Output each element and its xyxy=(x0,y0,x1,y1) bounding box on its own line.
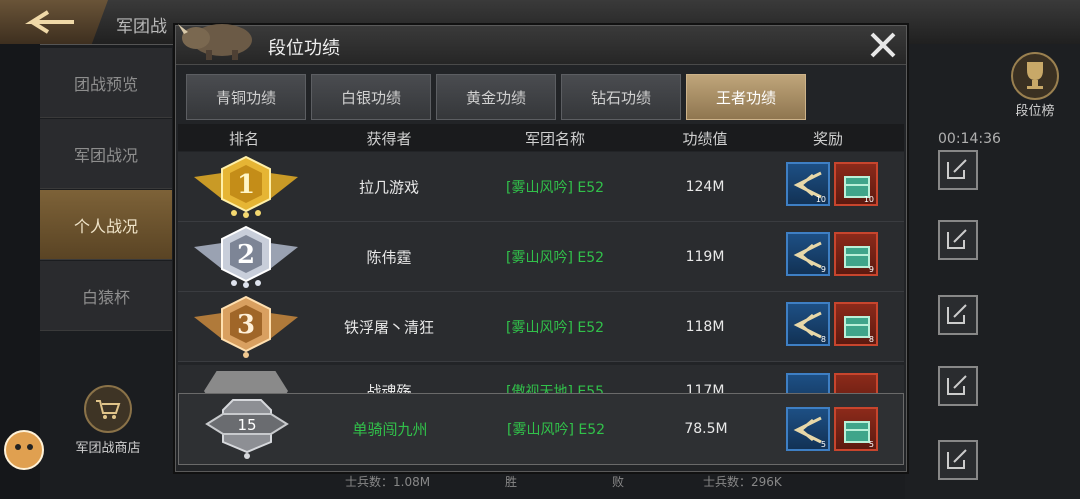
nav-item-white-ape-cup[interactable]: 白猿杯 xyxy=(40,261,172,331)
rank-board-label: 段位榜 xyxy=(1015,104,1055,119)
chest-reward-icon[interactable]: 10 xyxy=(834,162,878,206)
my-rank-medal-icon: 15 xyxy=(205,399,289,459)
nav-item-preview[interactable]: 团战预览 xyxy=(40,48,172,118)
guild-name: [雾山风吟] E52 xyxy=(505,319,605,336)
bg-soldier-count-right: 士兵数：296K xyxy=(703,475,782,489)
table-row[interactable]: 1 拉几游戏 [雾山风吟] E52 124M 10 10 xyxy=(178,152,904,222)
winner-name: 铁浮屠丶清狂 xyxy=(343,318,435,336)
tab-diamond[interactable]: 钻石功绩 xyxy=(561,74,681,120)
speedup-reward-icon[interactable]: 8 xyxy=(786,302,830,346)
trophy-icon xyxy=(1011,52,1059,100)
winner-name: 战魂殇 xyxy=(366,382,412,394)
tab-gold[interactable]: 黄金功绩 xyxy=(436,74,556,120)
left-nav: 团战预览 军团战况 个人战况 白猿杯 xyxy=(40,48,172,332)
chest-reward-icon[interactable] xyxy=(834,373,878,393)
plain-medal-icon xyxy=(204,371,288,393)
silver-medal-icon: 2 xyxy=(194,225,298,288)
guild-name: [傲视天地] E55 xyxy=(505,384,605,393)
table-header: 排名 获得者 军团名称 功绩值 奖励 xyxy=(178,124,904,151)
bronze-medal-icon: 3 xyxy=(194,295,298,358)
rank-board-button[interactable]: 段位榜 xyxy=(1003,52,1067,119)
countdown-timer: 00:14:36 xyxy=(938,131,1001,147)
guild-name: [雾山风吟] E52 xyxy=(505,249,605,266)
edit-icon[interactable] xyxy=(938,366,978,406)
svg-text:2: 2 xyxy=(237,240,255,270)
page-title: 军团战 xyxy=(116,17,167,37)
svg-text:3: 3 xyxy=(237,310,255,340)
rhino-emblem-icon xyxy=(178,24,252,60)
col-score: 功绩值 xyxy=(682,130,728,148)
speedup-reward-icon[interactable] xyxy=(786,373,830,393)
edit-icon[interactable] xyxy=(938,295,978,335)
table-row[interactable]: 3 铁浮屠丶清狂 [雾山风吟] E52 118M 8 8 xyxy=(178,292,904,362)
score-value: 119M xyxy=(685,248,725,265)
winner-name: 拉几游戏 xyxy=(358,178,420,196)
table-row[interactable]: 2 陈伟霆 [雾山风吟] E52 119M 9 9 xyxy=(178,222,904,292)
bg-soldier-count-left: 士兵数：1.08M xyxy=(345,475,431,489)
nav-item-personal-status[interactable]: 个人战况 xyxy=(40,190,172,260)
speedup-reward-icon[interactable]: 10 xyxy=(786,162,830,206)
score-value: 117M xyxy=(685,383,725,393)
tab-bronze[interactable]: 青铜功绩 xyxy=(186,74,306,120)
assistant-avatar-icon[interactable] xyxy=(4,430,44,470)
close-icon[interactable] xyxy=(866,28,900,62)
shop-label: 军团战商店 xyxy=(75,441,141,456)
modal-title: 段位功绩 xyxy=(268,38,340,59)
col-guild: 军团名称 xyxy=(524,130,586,148)
gold-medal-icon: 1 xyxy=(194,155,298,218)
svg-text:15: 15 xyxy=(237,416,256,434)
speedup-reward-icon[interactable]: 9 xyxy=(786,232,830,276)
col-rank: 排名 xyxy=(228,130,260,148)
speedup-reward-icon[interactable]: 5 xyxy=(786,407,830,451)
my-score-value: 78.5M xyxy=(684,421,728,437)
bg-lose-label: 败 xyxy=(612,475,625,489)
svg-text:1: 1 xyxy=(237,170,255,200)
shop-button[interactable]: 军团战商店 xyxy=(58,385,158,456)
cart-icon xyxy=(84,385,132,433)
col-reward: 奖励 xyxy=(812,130,844,148)
guild-name: [雾山风吟] E52 xyxy=(505,179,605,196)
back-button[interactable] xyxy=(0,0,108,44)
chest-reward-icon[interactable]: 8 xyxy=(834,302,878,346)
edit-icon[interactable] xyxy=(938,220,978,260)
my-guild-name: [雾山风吟] E52 xyxy=(506,422,606,438)
modal-header: 段位功绩 xyxy=(176,24,906,65)
bg-win-label: 胜 xyxy=(505,475,518,489)
table-row[interactable]: 战魂殇 [傲视天地] E55 117M xyxy=(178,365,904,393)
back-arrow-icon xyxy=(25,10,74,34)
edit-icon[interactable] xyxy=(938,150,978,190)
merit-modal: 段位功绩 青铜功绩 白银功绩 黄金功绩 钻石功绩 王者功绩 排名 获得者 军团名… xyxy=(175,24,907,472)
winner-name: 陈伟霆 xyxy=(366,248,412,266)
nav-item-legion-status[interactable]: 军团战况 xyxy=(40,119,172,189)
my-name: 单骑闯九州 xyxy=(352,420,428,439)
edit-icon[interactable] xyxy=(938,440,978,480)
tab-king[interactable]: 王者功绩 xyxy=(686,74,806,120)
col-winner: 获得者 xyxy=(366,130,412,148)
tab-silver[interactable]: 白银功绩 xyxy=(311,74,431,120)
chest-reward-icon[interactable]: 9 xyxy=(834,232,878,276)
score-value: 118M xyxy=(685,318,725,335)
score-value: 124M xyxy=(685,178,725,195)
chest-reward-icon[interactable]: 5 xyxy=(834,407,878,451)
my-rank-row[interactable]: 15 单骑闯九州 [雾山风吟] E52 78.5M 5 5 xyxy=(178,393,904,465)
